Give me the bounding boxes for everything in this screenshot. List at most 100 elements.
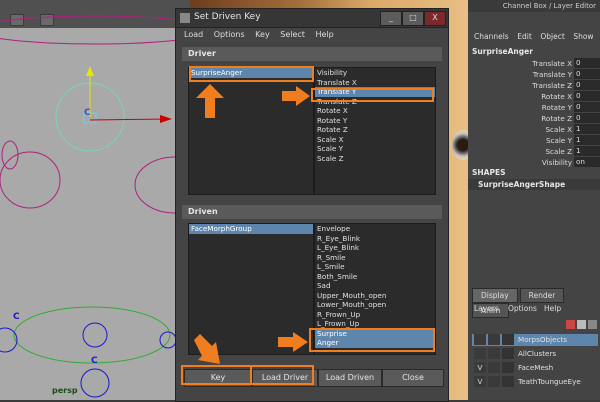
layer-tool-icons[interactable] xyxy=(566,320,598,330)
channel-row[interactable]: Scale Y1 xyxy=(468,135,600,146)
maximize-button[interactable]: □ xyxy=(402,11,424,26)
channel-row[interactable]: Scale X1 xyxy=(468,124,600,135)
channel-value[interactable]: 0 xyxy=(574,69,600,79)
menu-edit[interactable]: Edit xyxy=(517,30,532,44)
channel-row[interactable]: Translate X0 xyxy=(468,58,600,69)
menu-key[interactable]: Key xyxy=(255,27,270,43)
channel-row[interactable]: Scale Z1 xyxy=(468,146,600,157)
driven-attribute-item[interactable]: Upper_Mouth_open xyxy=(315,291,435,301)
channel-row[interactable]: Rotate Y0 xyxy=(468,102,600,113)
channel-value[interactable]: 1 xyxy=(574,146,600,156)
channel-row[interactable]: Rotate Z0 xyxy=(468,113,600,124)
arrow-right-icon xyxy=(278,332,308,352)
menu-layers[interactable]: Layers xyxy=(474,302,499,316)
dialog-menubar: Load Options Key Select Help xyxy=(176,27,448,43)
channel-row[interactable]: Translate Y0 xyxy=(468,69,600,80)
driver-attribute-list[interactable]: Visibility Translate X Translate Y Translat… xyxy=(314,67,436,195)
channel-value[interactable]: 0 xyxy=(574,91,600,101)
layer-playback-toggle[interactable] xyxy=(488,348,500,359)
menu-help[interactable]: Help xyxy=(315,27,333,43)
perspective-viewport[interactable]: C C C persp xyxy=(0,0,190,400)
layer-from-selection-icon[interactable] xyxy=(577,320,586,329)
dialog-titlebar[interactable]: Set Driven Key _ □ X xyxy=(176,9,448,28)
highlight-surprise-anger xyxy=(309,328,435,352)
channel-value[interactable]: 1 xyxy=(574,135,600,145)
layer-color-swatch[interactable] xyxy=(502,362,514,373)
channel-value[interactable]: on xyxy=(574,157,600,167)
driven-section-header[interactable]: Driven xyxy=(182,205,442,219)
driven-attribute-item[interactable]: L_Smile xyxy=(315,262,435,272)
driven-attribute-item[interactable]: Lower_Mouth_open xyxy=(315,300,435,310)
channel-box-menubar: Channels Edit Object Show xyxy=(468,30,600,44)
load-driven-button[interactable]: Load Driven xyxy=(318,369,382,387)
layer-color-swatch[interactable] xyxy=(502,376,514,387)
close-button[interactable]: Close xyxy=(382,369,444,387)
menu-show[interactable]: Show xyxy=(573,30,593,44)
driver-attribute-item[interactable]: Scale X xyxy=(315,135,435,145)
driver-attribute-item[interactable]: Visibility xyxy=(315,68,435,78)
shape-row[interactable]: SurpriseAngerShape xyxy=(468,179,600,190)
channel-object-name[interactable]: SurpriseAnger xyxy=(472,47,533,56)
app-icon xyxy=(180,13,190,23)
channel-value[interactable]: 1 xyxy=(574,124,600,134)
layer-color-swatch[interactable] xyxy=(502,334,514,345)
layer-color-swatch[interactable] xyxy=(502,348,514,359)
layer-playback-toggle[interactable] xyxy=(488,334,500,345)
menu-select[interactable]: Select xyxy=(280,27,305,43)
channel-name: Visibility xyxy=(541,158,572,167)
tab-render[interactable]: Render xyxy=(519,288,565,303)
tab-display[interactable]: Display xyxy=(472,288,518,303)
driver-attribute-item[interactable]: Scale Y xyxy=(315,144,435,154)
channel-row[interactable]: Rotate X0 xyxy=(468,91,600,102)
driver-attribute-item[interactable]: Rotate Z xyxy=(315,125,435,135)
driver-attribute-item[interactable]: Rotate X xyxy=(315,106,435,116)
layer-visibility-toggle[interactable] xyxy=(474,334,486,345)
driver-attribute-item[interactable]: Scale Z xyxy=(315,154,435,164)
driven-attribute-item[interactable]: R_Frown_Up xyxy=(315,310,435,320)
layer-visibility-toggle[interactable]: V xyxy=(474,376,486,387)
menu-options[interactable]: Options xyxy=(508,302,537,316)
driven-object-item[interactable]: FaceMorphGroup xyxy=(189,224,313,234)
minimize-button[interactable]: _ xyxy=(380,11,402,26)
layer-options-icon[interactable] xyxy=(588,320,597,329)
driver-section-header[interactable]: Driver xyxy=(182,47,442,61)
driven-attribute-item[interactable]: R_Eye_Blink xyxy=(315,234,435,244)
channel-value[interactable]: 0 xyxy=(574,80,600,90)
layer-row[interactable]: MorpsObjects xyxy=(472,334,598,346)
layer-visibility-toggle[interactable] xyxy=(474,348,486,359)
driven-attribute-item[interactable]: Both_Smile xyxy=(315,272,435,282)
layer-playback-toggle[interactable] xyxy=(488,376,500,387)
menu-help[interactable]: Help xyxy=(544,302,561,316)
menu-options[interactable]: Options xyxy=(214,27,245,43)
layer-visibility-toggle[interactable]: V xyxy=(474,362,486,373)
layer-row[interactable]: AllClusters xyxy=(472,348,598,360)
layer-playback-toggle[interactable] xyxy=(488,362,500,373)
channel-box-title: Channel Box / Layer Editor xyxy=(468,0,600,12)
driven-attribute-item[interactable]: R_Smile xyxy=(315,253,435,263)
shapes-label: SHAPES xyxy=(472,168,506,177)
layer-row[interactable]: V FaceMesh xyxy=(472,362,598,374)
driver-attribute-item[interactable]: Rotate Y xyxy=(315,116,435,126)
layer-row[interactable]: V TeathToungueEye xyxy=(472,376,598,388)
channel-row[interactable]: Translate Z0 xyxy=(468,80,600,91)
channel-row[interactable]: Visibility on xyxy=(468,157,600,168)
driven-attribute-item[interactable]: Envelope xyxy=(315,224,435,234)
channel-box-panel: Channel Box / Layer Editor Channels Edit… xyxy=(468,0,600,400)
driver-attribute-item[interactable]: Translate X xyxy=(315,78,435,88)
layer-name: AllClusters xyxy=(518,349,557,358)
channel-value[interactable]: 0 xyxy=(574,113,600,123)
channel-name: Rotate Z xyxy=(541,114,572,123)
channel-name: Rotate Y xyxy=(541,103,572,112)
layer-editor-menubar: Layers Options Help xyxy=(468,302,600,316)
menu-load[interactable]: Load xyxy=(184,27,203,43)
channel-value[interactable]: 0 xyxy=(574,58,600,68)
driven-attribute-item[interactable]: L_Eye_Blink xyxy=(315,243,435,253)
arrow-up-icon xyxy=(196,84,224,118)
channel-value[interactable]: 0 xyxy=(574,102,600,112)
menu-channels[interactable]: Channels xyxy=(474,30,509,44)
new-layer-icon[interactable] xyxy=(566,320,575,329)
driven-attribute-item[interactable]: Sad xyxy=(315,281,435,291)
menu-object[interactable]: Object xyxy=(540,30,564,44)
layer-name: TeathToungueEye xyxy=(518,377,581,386)
close-window-button[interactable]: X xyxy=(424,11,446,26)
